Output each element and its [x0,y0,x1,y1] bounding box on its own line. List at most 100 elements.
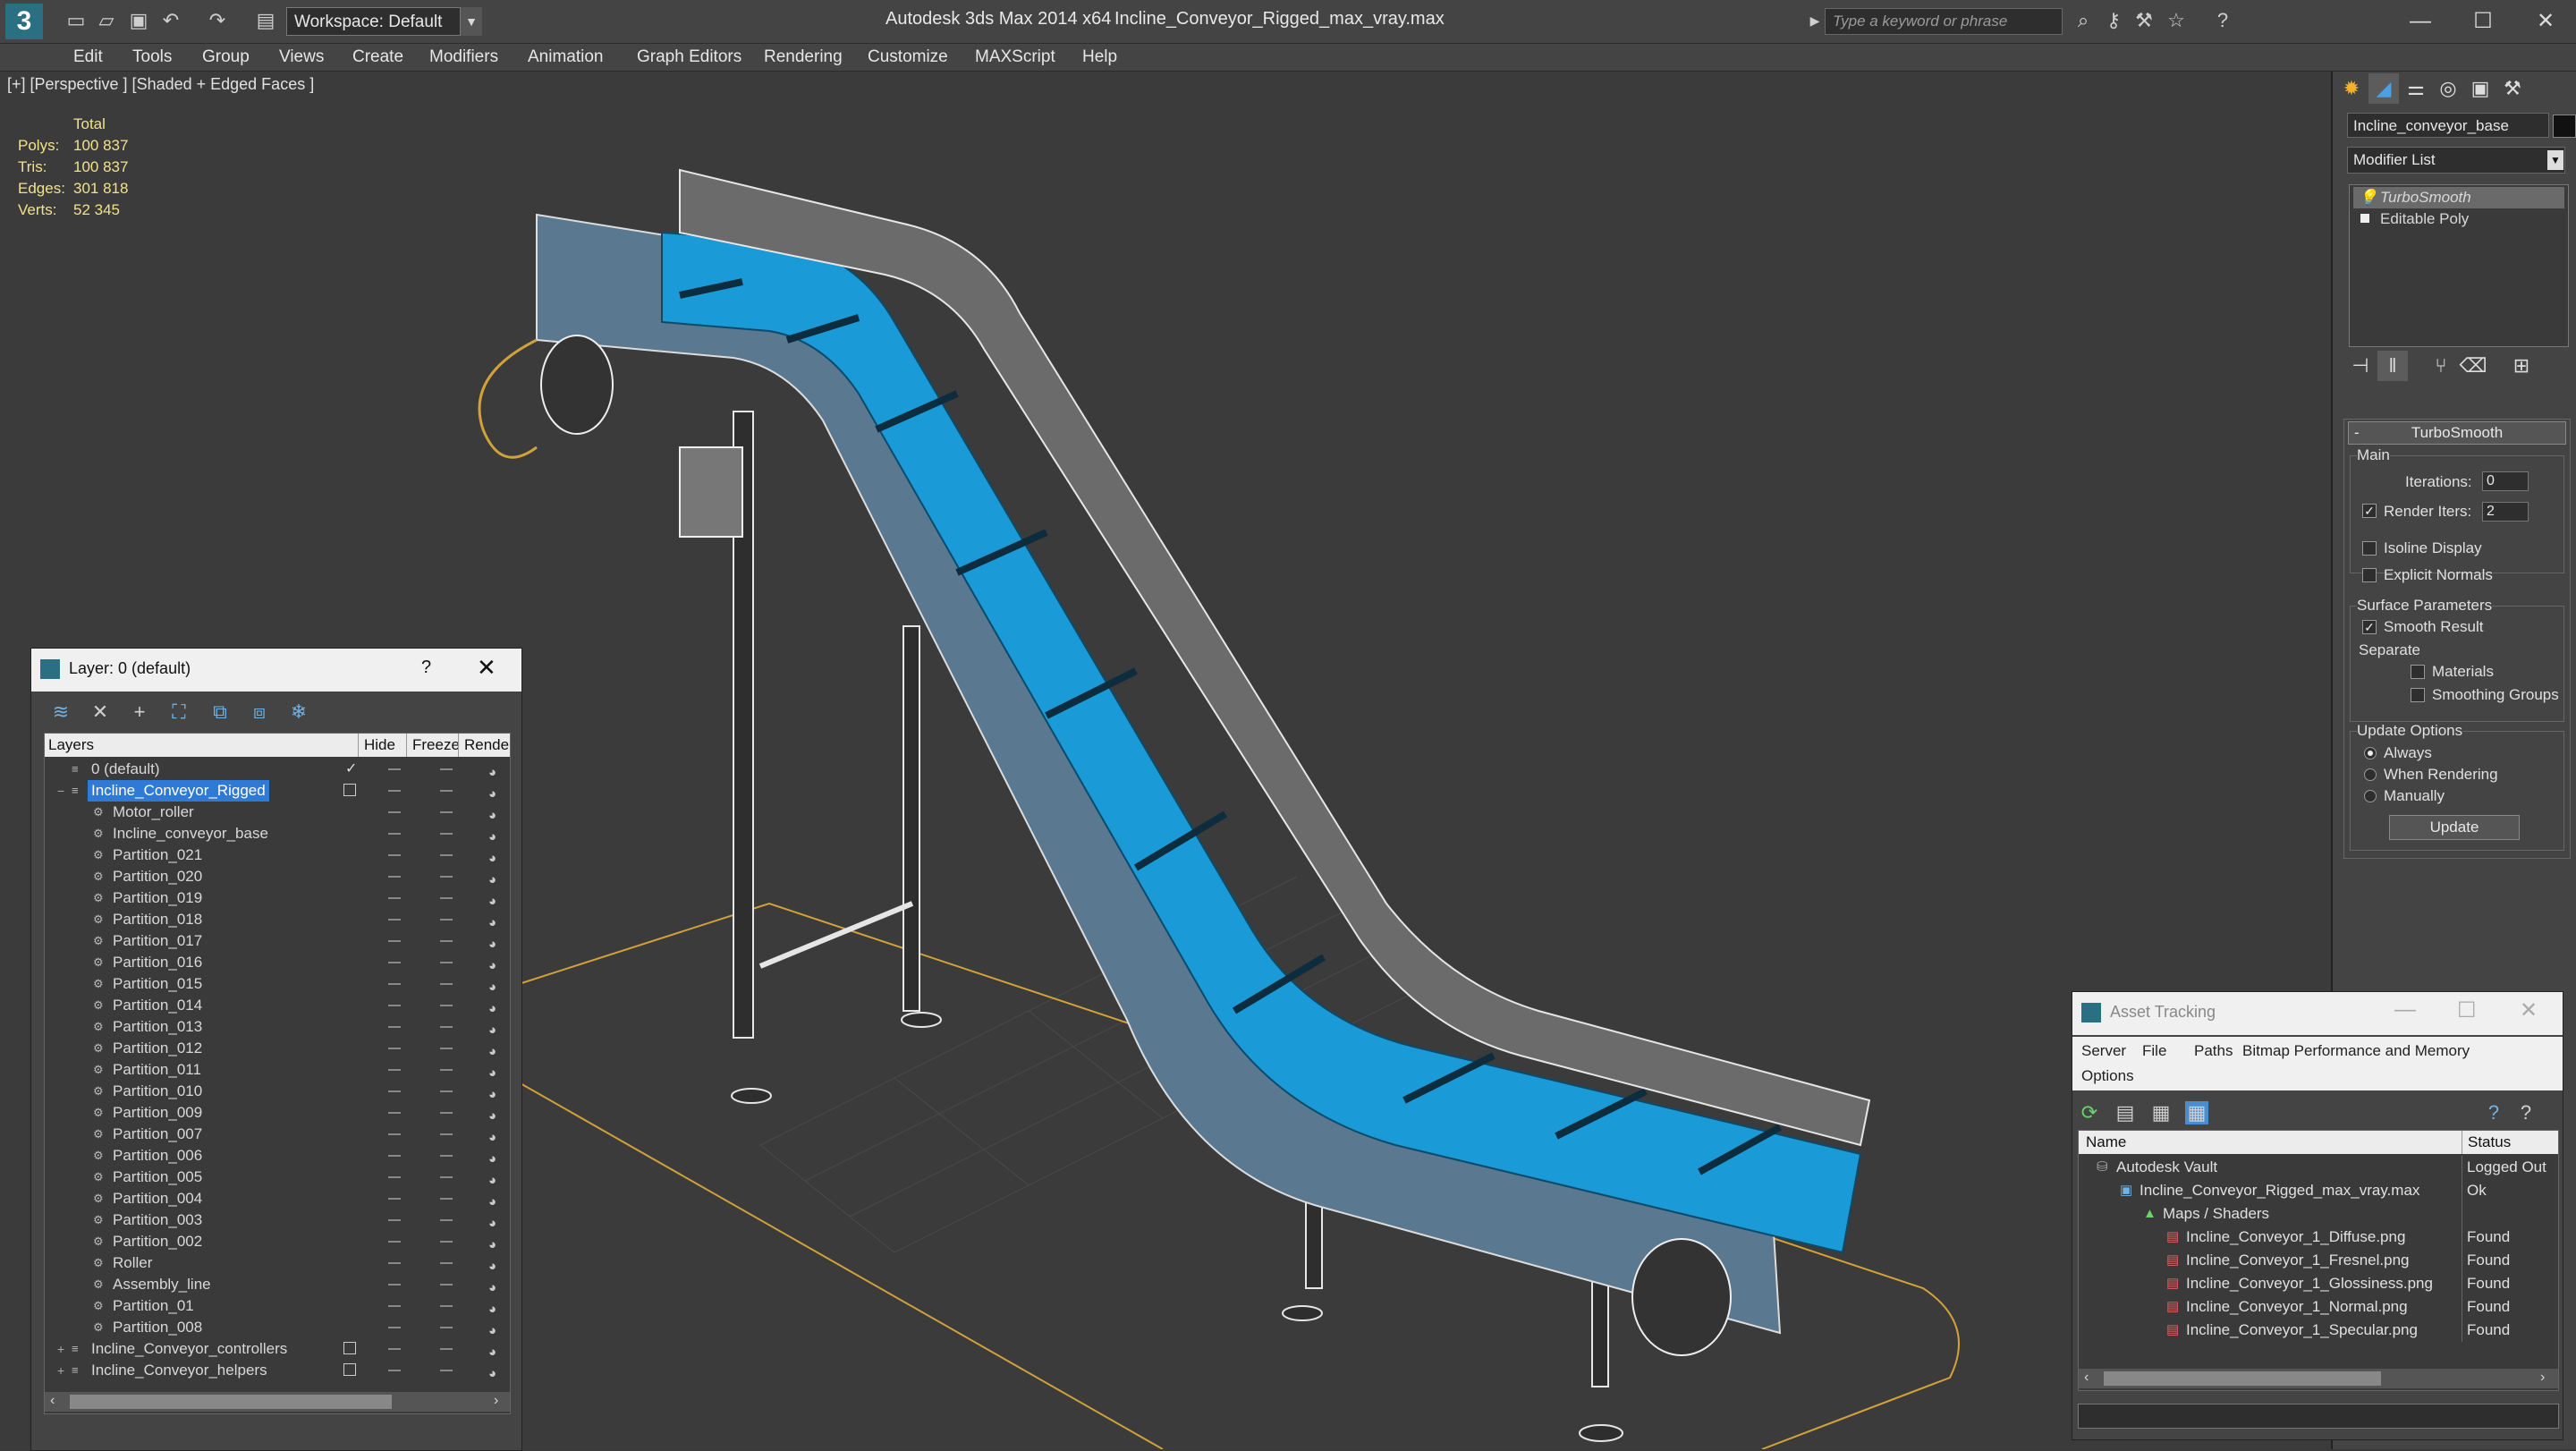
render-teapot-icon[interactable]: ◕ [488,1363,496,1385]
current-layer-checkbox[interactable] [343,784,356,796]
hide-toggle[interactable] [388,983,401,985]
layer-row[interactable]: ≡ Incline_Conveyor_Rigged ◕ − [45,780,503,802]
layer-row[interactable]: ⚙ Assembly_line ◕ [45,1274,503,1295]
freeze-toggle[interactable] [440,1069,453,1071]
layer-row[interactable]: ⚙ Partition_004 ◕ [45,1188,503,1209]
asset-row[interactable]: ▲ Maps / Shaders [2079,1202,2563,1226]
hide-toggle[interactable] [388,768,401,770]
object-color-swatch[interactable] [2553,115,2576,138]
menu-animation[interactable]: Animation [528,47,604,67]
scroll-left-icon[interactable]: ‹ [50,1393,55,1409]
hide-toggle[interactable] [388,790,401,792]
hide-all-icon[interactable]: ⧈ [248,700,271,724]
iterations-spinner[interactable]: 0 [2482,471,2529,491]
hide-toggle[interactable] [388,940,401,942]
hide-toggle[interactable] [388,919,401,921]
layer-row[interactable]: ⚙ Partition_009 ◕ [45,1102,503,1124]
freeze-toggle[interactable] [440,940,453,942]
materials-checkbox[interactable] [2411,665,2425,679]
scroll-thumb[interactable] [70,1395,392,1409]
column-render[interactable]: Rende [458,734,509,757]
scroll-left-icon[interactable]: ‹ [2084,1370,2089,1386]
help-icon[interactable]: ? [2482,1101,2505,1124]
column-name[interactable]: Name [2086,1131,2126,1154]
smooth-result-checkbox[interactable]: ✓ [2362,620,2377,634]
hide-toggle[interactable] [388,811,401,813]
menu-help[interactable]: Help [1082,47,1117,67]
layer-dialog-titlebar[interactable]: Layer: 0 (default) ? ✕ [31,649,521,692]
freeze-toggle[interactable] [440,962,453,963]
asset-menu-bitmap[interactable]: Bitmap Performance and Memory [2242,1042,2470,1060]
menu-tools[interactable]: Tools [132,47,172,67]
layer-row[interactable]: ⚙ Partition_014 ◕ [45,995,503,1016]
smoothing-groups-checkbox[interactable] [2411,688,2425,702]
freeze-toggle[interactable] [440,1048,453,1049]
minimize-icon[interactable]: — [2394,997,2416,1022]
asset-row[interactable]: ▤ Incline_Conveyor_1_Normal.png Found [2079,1295,2563,1319]
layer-row[interactable]: ⚙ Partition_011 ◕ [45,1059,503,1081]
pin-stack-icon[interactable]: ⊣ [2345,351,2376,381]
layer-row[interactable]: ⚙ Partition_010 ◕ [45,1081,503,1102]
select-objects-icon[interactable]: ⛶ [167,700,191,724]
create-layer-icon[interactable]: ≋ [49,700,72,724]
binoculars-icon[interactable]: ⌕ [2072,9,2095,32]
freeze-toggle[interactable] [440,983,453,985]
freeze-toggle[interactable] [440,1026,453,1028]
freeze-toggle[interactable] [440,1348,453,1350]
hide-toggle[interactable] [388,1112,401,1114]
current-layer-checkbox[interactable] [343,1363,356,1376]
hide-toggle[interactable] [388,1370,401,1371]
freeze-toggle[interactable] [440,897,453,899]
layer-row[interactable]: ⚙ Partition_019 ◕ [45,887,503,909]
close-icon[interactable]: ✕ [2519,4,2572,39]
app-logo-icon[interactable]: 3 [5,4,43,39]
menu-modifiers[interactable]: Modifiers [429,47,498,67]
asset-horizontal-scrollbar[interactable]: ‹ › [2079,1369,2558,1388]
asset-menu-file[interactable]: File [2142,1042,2166,1060]
hide-toggle[interactable] [388,1262,401,1264]
freeze-toggle[interactable] [440,854,453,856]
search-input[interactable]: Type a keyword or phrase [1825,8,2063,35]
layer-row[interactable]: ⚙ Partition_021 ◕ [45,844,503,866]
expand-icon[interactable]: + [57,1360,64,1381]
minimize-icon[interactable]: — [2394,4,2447,39]
layer-row[interactable]: ⚙ Partition_003 ◕ [45,1209,503,1231]
freeze-toggle[interactable] [440,1112,453,1114]
workspace-dropdown[interactable]: Workspace: Default [286,7,481,36]
menu-rendering[interactable]: Rendering [764,47,843,67]
hide-toggle[interactable] [388,1090,401,1092]
freeze-toggle[interactable] [440,1327,453,1328]
hide-toggle[interactable] [388,1069,401,1071]
column-hide[interactable]: Hide [358,734,395,757]
hide-toggle[interactable] [388,876,401,878]
project-folder-icon[interactable]: ▤ [254,9,277,32]
search-arrow-icon[interactable]: ▶ [1803,9,1826,32]
layer-row[interactable]: ⚙ Partition_015 ◕ [45,973,503,995]
remove-modifier-icon[interactable]: ⌫ [2458,351,2488,381]
freeze-toggle[interactable] [440,833,453,835]
rollout-header[interactable]: - TurboSmooth [2348,421,2566,445]
maximize-icon[interactable]: ☐ [2456,4,2510,39]
stack-expand-icon[interactable] [2360,214,2369,223]
chevron-down-icon[interactable]: ▼ [460,7,482,36]
help-about-icon[interactable]: ? [2514,1101,2538,1124]
layer-row[interactable]: ⚙ Incline_conveyor_base ◕ [45,823,503,844]
freeze-toggle[interactable] [440,919,453,921]
asset-menu-server[interactable]: Server [2081,1042,2126,1060]
layer-row[interactable]: ⚙ Partition_018 ◕ [45,909,503,930]
utilities-tab-icon[interactable]: ⚒ [2497,73,2528,104]
layer-row[interactable]: ⚙ Partition_020 ◕ [45,866,503,887]
star-icon[interactable]: ☆ [2165,9,2188,32]
close-icon[interactable]: ✕ [477,654,496,682]
freeze-toggle[interactable] [440,811,453,813]
new-file-icon[interactable]: ▭ [64,9,88,32]
hide-toggle[interactable] [388,833,401,835]
asset-menu-options[interactable]: Options [2081,1067,2134,1085]
hide-toggle[interactable] [388,1048,401,1049]
table-view-icon[interactable]: ▦ [2185,1101,2208,1124]
asset-row[interactable]: ▤ Incline_Conveyor_1_Diffuse.png Found [2079,1226,2563,1249]
isoline-display-checkbox[interactable] [2362,541,2377,556]
menu-graph-editors[interactable]: Graph Editors [637,47,741,67]
freeze-toggle[interactable] [440,1284,453,1286]
freeze-toggle[interactable] [440,1198,453,1200]
